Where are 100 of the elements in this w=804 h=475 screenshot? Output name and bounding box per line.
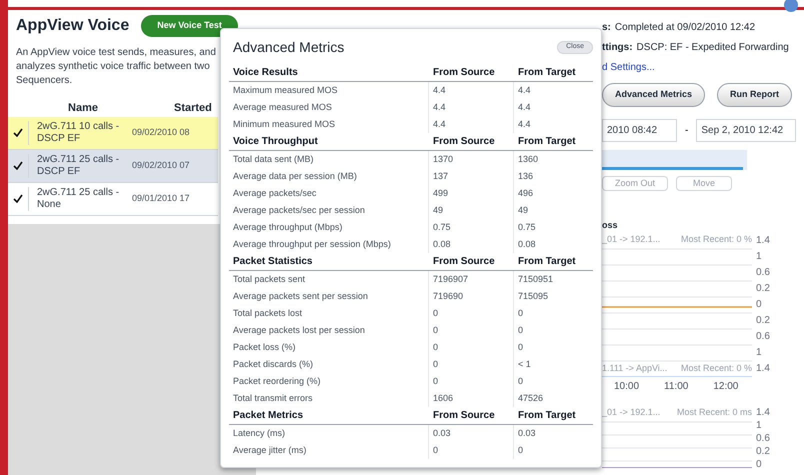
- status-label: s:: [602, 21, 611, 35]
- metric-label: Packet discards (%): [229, 356, 429, 373]
- axis-tick-label: 0.2: [756, 314, 770, 328]
- axis-tick-label: 0: [756, 458, 763, 470]
- date-separator: -: [685, 124, 688, 138]
- target-value: 0: [517, 444, 524, 457]
- most-recent-text: Most Recent: 0 ms: [676, 406, 752, 418]
- most-recent-text: Most Recent: 0 %: [680, 232, 752, 246]
- column-header: Started: [173, 101, 212, 116]
- panel-title: AppView Voice: [16, 16, 130, 36]
- axis-tick-label: 0: [756, 298, 763, 312]
- metric-label: Average packets/sec per session: [229, 202, 429, 219]
- axis-tick-label: 1: [756, 250, 763, 264]
- axis-tick-label: 0.6: [756, 330, 770, 344]
- metric-label: Average packets/sec: [229, 185, 429, 202]
- column-header: From Target: [517, 409, 576, 423]
- source-value: 4.4: [429, 99, 514, 116]
- column-header: From Target: [517, 135, 576, 149]
- source-value: 0.03: [429, 425, 514, 442]
- target-value: 715095: [517, 290, 548, 303]
- target-value: 1360: [517, 152, 538, 166]
- legend-text: _01 -> 192.1...: [602, 232, 660, 246]
- target-value: 4.4: [517, 84, 531, 97]
- dialog-title: Advanced Metrics: [232, 38, 344, 57]
- section-title: oss: [602, 219, 619, 232]
- metric-label: Average packets lost per session: [229, 322, 429, 339]
- section-header: Packet Statistics: [232, 255, 314, 269]
- test-row[interactable]: 2wG.711 10 calls - DSCP EF 09/02/2010 08: [8, 116, 218, 150]
- source-value: 4.4: [429, 116, 514, 133]
- source-value: 7196907: [429, 271, 514, 288]
- column-header: From Target: [517, 255, 576, 269]
- settings-value: DSCP: EF - Expedited Forwarding: [636, 41, 789, 55]
- column-header: From Source: [432, 255, 496, 269]
- source-value: 4.4: [429, 82, 514, 99]
- test-name: 2wG.711 25 calls - DSCP EF: [28, 154, 128, 178]
- target-value: 0: [517, 340, 524, 354]
- test-name: 2wG.711 10 calls - DSCP EF: [28, 120, 128, 144]
- source-value: 719690: [429, 288, 514, 305]
- source-value: 0: [429, 339, 514, 356]
- target-value: 49: [517, 204, 528, 217]
- start-date-field[interactable]: 2010 08:42: [602, 118, 677, 142]
- action-button[interactable]: Run Report: [717, 83, 792, 106]
- axis-tick-label: 0.6: [756, 266, 770, 280]
- source-value: 1370: [429, 151, 514, 168]
- source-value: 49: [429, 202, 514, 219]
- help-icon[interactable]: [784, 0, 798, 12]
- source-value: 0: [429, 322, 514, 339]
- new-voice-test-button[interactable]: New Voice Test: [141, 15, 238, 37]
- source-value: 0.75: [429, 219, 514, 236]
- metric-label: Total transmit errors: [229, 390, 429, 407]
- column-header: From Source: [432, 66, 496, 80]
- metric-label: Average jitter (ms): [229, 442, 429, 459]
- metric-label: Minimum measured MOS: [229, 116, 429, 133]
- target-value: < 1: [517, 358, 531, 371]
- axis-tick-label: 0.2: [756, 282, 770, 296]
- source-value: 0.08: [429, 236, 514, 253]
- axis-tick-label: 11:00: [664, 380, 688, 394]
- metric-label: Average throughput per session (Mbps): [229, 236, 429, 253]
- status-value: Completed at 09/02/2010 12:42: [614, 21, 756, 35]
- target-value: 47526: [517, 392, 544, 405]
- column-header: From Source: [432, 135, 496, 149]
- target-value: 0.75: [517, 220, 536, 234]
- source-value: 137: [429, 168, 514, 185]
- axis-tick-label: 10:00: [614, 380, 640, 394]
- column-header: From Target: [517, 66, 576, 80]
- metric-label: Packet loss (%): [229, 339, 429, 356]
- source-value: 0: [429, 356, 514, 373]
- metric-label: Latency (ms): [229, 425, 429, 442]
- metric-label: Maximum measured MOS: [229, 82, 429, 99]
- section-header: Packet Metrics: [232, 409, 304, 423]
- settings-link[interactable]: d Settings...: [602, 60, 804, 75]
- metric-label: Total packets lost: [229, 305, 429, 322]
- axis-tick-label: 1: [756, 346, 763, 360]
- test-row[interactable]: 2wG.711 25 calls - DSCP EF 09/02/2010 07: [8, 150, 218, 182]
- target-value: 0: [517, 306, 524, 320]
- target-value: 0: [517, 374, 524, 388]
- timeline-slider[interactable]: [602, 150, 747, 170]
- test-name: 2wG.711 25 calls - None: [28, 186, 128, 210]
- target-value: 4.4: [517, 118, 531, 131]
- section-header: Voice Throughput: [232, 135, 319, 149]
- end-date-field[interactable]: Sep 2, 2010 12:42: [696, 118, 796, 142]
- axis-tick-label: 0.2: [756, 444, 770, 458]
- axis-tick-label: 1.4: [756, 406, 770, 418]
- source-value: 0: [429, 442, 514, 459]
- column-header: Name: [67, 101, 99, 116]
- started-date: 09/02/2010 07: [131, 158, 190, 172]
- target-value: 0: [517, 324, 524, 337]
- test-row[interactable]: 2wG.711 25 calls - None 09/01/2010 17: [8, 182, 218, 216]
- source-value: 0: [429, 373, 514, 390]
- source-value: 1606: [429, 390, 514, 407]
- metric-label: Average measured MOS: [229, 99, 429, 116]
- action-button[interactable]: Advanced Metrics: [602, 83, 706, 106]
- started-date: 09/01/2010 17: [131, 192, 190, 205]
- target-value: 0.03: [517, 426, 536, 440]
- legend-text: 1.111 -> AppVi...: [602, 362, 668, 375]
- target-value: 7150951: [517, 272, 554, 286]
- metric-label: Average data per session (MB): [229, 168, 429, 185]
- column-header: From Source: [432, 409, 496, 423]
- metric-label: Packet reordering (%): [229, 373, 429, 390]
- description-text: An AppView voice test sends, measures, and analyzes synthetic voice traffic between two Sequencers.: [15, 46, 216, 88]
